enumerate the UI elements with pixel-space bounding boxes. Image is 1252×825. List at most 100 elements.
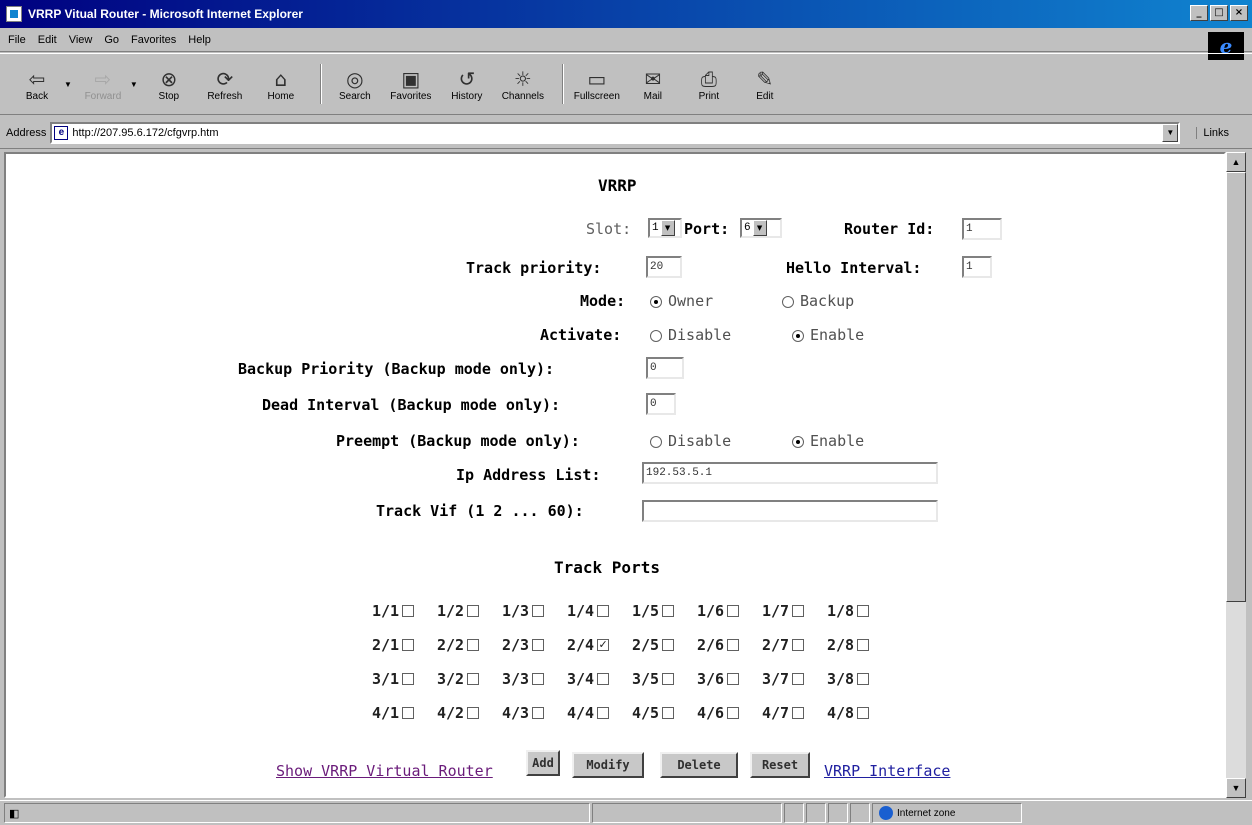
menu-file[interactable]: File bbox=[8, 34, 26, 46]
track-port-checkbox[interactable] bbox=[532, 673, 545, 685]
track-port-checkbox[interactable] bbox=[662, 639, 675, 651]
track-port-checkbox[interactable]: ✓ bbox=[597, 639, 610, 651]
vertical-scrollbar[interactable]: ▲ ▼ bbox=[1226, 152, 1246, 798]
address-input[interactable]: e http://207.95.6.172/cfgvrp.htm ▼ bbox=[50, 121, 1181, 144]
channels-button[interactable]: ☼ Channels bbox=[498, 67, 548, 102]
refresh-button[interactable]: ⟳ Refresh bbox=[200, 67, 250, 102]
refresh-label: Refresh bbox=[207, 90, 243, 102]
delete-button[interactable]: Delete bbox=[660, 752, 738, 778]
track-port-checkbox[interactable] bbox=[597, 673, 610, 685]
mode-backup-option[interactable]: Backup bbox=[782, 292, 854, 310]
track-port-checkbox[interactable] bbox=[792, 639, 805, 651]
reset-button[interactable]: Reset bbox=[750, 752, 810, 778]
scroll-up-icon[interactable]: ▲ bbox=[1226, 152, 1246, 172]
minimize-button[interactable]: _ bbox=[1190, 5, 1208, 21]
vrrp-interface-link[interactable]: VRRP Interface bbox=[824, 762, 950, 780]
activate-enable-radio[interactable] bbox=[792, 329, 804, 342]
mode-owner-radio[interactable] bbox=[650, 295, 662, 308]
track-port-checkbox[interactable] bbox=[857, 707, 870, 719]
track-port-checkbox[interactable] bbox=[402, 639, 415, 651]
activate-enable-option[interactable]: Enable bbox=[792, 326, 864, 344]
track-port-checkbox[interactable] bbox=[597, 707, 610, 719]
track-port-checkbox[interactable] bbox=[792, 605, 805, 617]
search-button[interactable]: ◎ Search bbox=[330, 67, 380, 102]
forward-button[interactable]: ⇨ Forward bbox=[78, 67, 128, 102]
track-port-checkbox[interactable] bbox=[727, 707, 740, 719]
track-port-label: 4/3 bbox=[502, 704, 530, 722]
track-port-checkbox[interactable] bbox=[402, 605, 415, 617]
hello-interval-input[interactable]: 1 bbox=[962, 256, 992, 278]
track-vif-input[interactable] bbox=[642, 500, 938, 522]
track-port-label: 2/7 bbox=[762, 636, 790, 654]
history-button[interactable]: ↺ History bbox=[442, 67, 492, 102]
activate-disable-radio[interactable] bbox=[650, 329, 662, 342]
track-port-item: 3/4 bbox=[567, 670, 632, 688]
preempt-enable-option[interactable]: Enable bbox=[792, 432, 864, 450]
fullscreen-button[interactable]: ▭ Fullscreen bbox=[572, 67, 622, 102]
track-priority-input[interactable]: 20 bbox=[646, 256, 682, 278]
mode-backup-radio[interactable] bbox=[782, 295, 794, 308]
mail-button[interactable]: ✉ Mail bbox=[628, 67, 678, 102]
track-port-checkbox[interactable] bbox=[597, 605, 610, 617]
router-id-input[interactable]: 1 bbox=[962, 218, 1002, 240]
edit-button[interactable]: ✎ Edit bbox=[740, 67, 790, 102]
menu-bar: File Edit View Go Favorites Help bbox=[0, 28, 1252, 52]
track-port-checkbox[interactable] bbox=[662, 707, 675, 719]
track-port-checkbox[interactable] bbox=[792, 707, 805, 719]
track-port-checkbox[interactable] bbox=[727, 639, 740, 651]
track-port-checkbox[interactable] bbox=[662, 605, 675, 617]
add-button[interactable]: Add bbox=[526, 750, 560, 776]
preempt-disable-option[interactable]: Disable bbox=[650, 432, 731, 450]
track-port-item: 2/3 bbox=[502, 636, 567, 654]
back-dropdown-icon[interactable]: ▼ bbox=[64, 80, 72, 89]
track-port-item: 3/8 bbox=[827, 670, 892, 688]
preempt-enable-radio[interactable] bbox=[792, 435, 804, 448]
track-port-checkbox[interactable] bbox=[532, 639, 545, 651]
track-port-checkbox[interactable] bbox=[467, 673, 480, 685]
menu-favorites[interactable]: Favorites bbox=[131, 34, 176, 46]
ip-address-list-input[interactable]: 192.53.5.1 bbox=[642, 462, 938, 484]
favorites-button[interactable]: ▣ Favorites bbox=[386, 67, 436, 102]
back-button[interactable]: ⇦ Back bbox=[12, 67, 62, 102]
preempt-disable-radio[interactable] bbox=[650, 435, 662, 448]
forward-dropdown-icon[interactable]: ▼ bbox=[130, 80, 138, 89]
track-port-checkbox[interactable] bbox=[532, 605, 545, 617]
track-port-checkbox[interactable] bbox=[402, 673, 415, 685]
backup-priority-input[interactable]: 0 bbox=[646, 357, 684, 379]
track-port-checkbox[interactable] bbox=[402, 707, 415, 719]
track-port-checkbox[interactable] bbox=[857, 673, 870, 685]
scroll-down-icon[interactable]: ▼ bbox=[1226, 778, 1246, 798]
track-port-checkbox[interactable] bbox=[662, 673, 675, 685]
menu-view[interactable]: View bbox=[69, 34, 93, 46]
track-port-checkbox[interactable] bbox=[467, 605, 480, 617]
activate-disable-option[interactable]: Disable bbox=[650, 326, 731, 344]
track-ports-heading: Track Ports bbox=[554, 558, 660, 577]
track-port-checkbox[interactable] bbox=[532, 707, 545, 719]
close-button[interactable]: × bbox=[1230, 5, 1248, 21]
show-vrrp-virtual-router-link[interactable]: Show VRRP Virtual Router bbox=[276, 762, 493, 780]
print-button[interactable]: ⎙ Print bbox=[684, 67, 734, 102]
port-select[interactable]: 6 ▼ bbox=[740, 218, 782, 238]
slot-select[interactable]: 1 ▼ bbox=[648, 218, 682, 238]
dead-interval-input[interactable]: 0 bbox=[646, 393, 676, 415]
track-port-checkbox[interactable] bbox=[727, 605, 740, 617]
links-button[interactable]: Links bbox=[1196, 126, 1229, 139]
menu-go[interactable]: Go bbox=[104, 34, 119, 46]
track-port-checkbox[interactable] bbox=[727, 673, 740, 685]
track-port-checkbox[interactable] bbox=[857, 605, 870, 617]
maximize-button[interactable]: □ bbox=[1210, 5, 1228, 21]
mode-owner-option[interactable]: Owner bbox=[650, 292, 713, 310]
search-label: Search bbox=[339, 90, 371, 102]
address-dropdown-icon[interactable]: ▼ bbox=[1162, 123, 1179, 142]
track-port-checkbox[interactable] bbox=[467, 639, 480, 651]
home-button[interactable]: ⌂ Home bbox=[256, 67, 306, 102]
track-port-checkbox[interactable] bbox=[857, 639, 870, 651]
scroll-thumb[interactable] bbox=[1226, 172, 1246, 602]
track-port-checkbox[interactable] bbox=[792, 673, 805, 685]
stop-button[interactable]: ⊗ Stop bbox=[144, 67, 194, 102]
menu-help[interactable]: Help bbox=[188, 34, 211, 46]
modify-button[interactable]: Modify bbox=[572, 752, 644, 778]
track-port-label: 4/7 bbox=[762, 704, 790, 722]
menu-edit[interactable]: Edit bbox=[38, 34, 57, 46]
track-port-checkbox[interactable] bbox=[467, 707, 480, 719]
